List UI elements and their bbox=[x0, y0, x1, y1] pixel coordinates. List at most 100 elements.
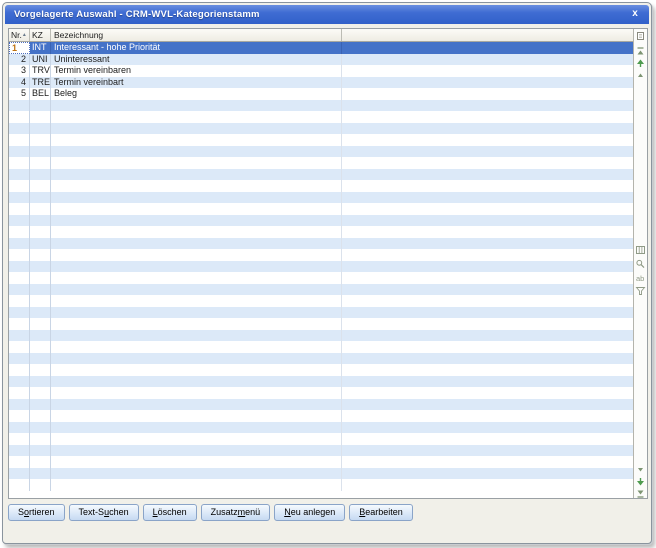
cell-empty[interactable] bbox=[342, 77, 633, 89]
table-row-empty[interactable] bbox=[9, 146, 633, 158]
cell-bezeichnung[interactable] bbox=[51, 215, 342, 227]
cell-nr[interactable] bbox=[9, 422, 30, 434]
cell-nr[interactable]: 1 bbox=[9, 42, 30, 54]
table-row-empty[interactable] bbox=[9, 364, 633, 376]
cell-nr[interactable] bbox=[9, 433, 30, 445]
cell-bezeichnung[interactable] bbox=[51, 399, 342, 411]
table-row-empty[interactable] bbox=[9, 249, 633, 261]
copy-grid-icon[interactable] bbox=[635, 31, 646, 41]
cell-bezeichnung[interactable] bbox=[51, 100, 342, 112]
table-row-empty[interactable] bbox=[9, 226, 633, 238]
cell-nr[interactable] bbox=[9, 123, 30, 135]
cell-bezeichnung[interactable] bbox=[51, 111, 342, 123]
cell-kz[interactable] bbox=[30, 123, 51, 135]
cell-bezeichnung[interactable] bbox=[51, 192, 342, 204]
loeschen-button[interactable]: Löschen bbox=[143, 504, 197, 521]
cell-nr[interactable] bbox=[9, 387, 30, 399]
cell-empty[interactable] bbox=[342, 215, 633, 227]
cell-bezeichnung[interactable] bbox=[51, 364, 342, 376]
cell-kz[interactable] bbox=[30, 445, 51, 457]
table-row-empty[interactable] bbox=[9, 399, 633, 411]
cell-empty[interactable] bbox=[342, 249, 633, 261]
cell-kz[interactable] bbox=[30, 410, 51, 422]
cell-nr[interactable]: 4 bbox=[9, 77, 30, 89]
search-icon[interactable] bbox=[635, 259, 646, 269]
cell-nr[interactable]: 5 bbox=[9, 88, 30, 100]
column-header-nr[interactable]: Nr.▲ bbox=[9, 29, 30, 41]
cell-kz[interactable] bbox=[30, 238, 51, 250]
cell-nr[interactable] bbox=[9, 318, 30, 330]
cell-bezeichnung[interactable] bbox=[51, 410, 342, 422]
column-header-empty[interactable] bbox=[342, 29, 633, 41]
cell-empty[interactable] bbox=[342, 192, 633, 204]
close-button[interactable]: x bbox=[628, 7, 642, 21]
cell-kz[interactable] bbox=[30, 399, 51, 411]
cell-empty[interactable] bbox=[342, 318, 633, 330]
table-row-empty[interactable] bbox=[9, 180, 633, 192]
cell-nr[interactable] bbox=[9, 479, 30, 491]
cell-nr[interactable] bbox=[9, 203, 30, 215]
cell-kz[interactable] bbox=[30, 387, 51, 399]
cell-nr[interactable] bbox=[9, 238, 30, 250]
table-row-empty[interactable] bbox=[9, 215, 633, 227]
table-row-empty[interactable] bbox=[9, 376, 633, 388]
card-view-icon[interactable] bbox=[635, 245, 646, 255]
scroll-to-top-icon[interactable] bbox=[635, 46, 646, 56]
column-header-bezeichnung[interactable]: Bezeichnung bbox=[51, 29, 342, 41]
cell-kz[interactable] bbox=[30, 100, 51, 112]
row-up-icon[interactable] bbox=[635, 70, 646, 80]
table-row-empty[interactable] bbox=[9, 479, 633, 491]
cell-nr[interactable] bbox=[9, 330, 30, 342]
cell-bezeichnung[interactable]: Beleg bbox=[51, 88, 342, 100]
cell-nr[interactable] bbox=[9, 249, 30, 261]
cell-bezeichnung[interactable] bbox=[51, 445, 342, 457]
cell-bezeichnung[interactable] bbox=[51, 433, 342, 445]
cell-nr[interactable] bbox=[9, 272, 30, 284]
table-row-empty[interactable] bbox=[9, 353, 633, 365]
cell-kz[interactable] bbox=[30, 479, 51, 491]
table-row-empty[interactable] bbox=[9, 111, 633, 123]
cell-bezeichnung[interactable] bbox=[51, 134, 342, 146]
title-bar[interactable]: Vorgelagerte Auswahl - CRM-WVL-Kategorie… bbox=[5, 5, 649, 24]
cell-empty[interactable] bbox=[342, 203, 633, 215]
cell-kz[interactable]: TRE bbox=[30, 77, 51, 89]
cell-kz[interactable] bbox=[30, 180, 51, 192]
cell-bezeichnung[interactable] bbox=[51, 422, 342, 434]
table-row-empty[interactable] bbox=[9, 330, 633, 342]
cell-empty[interactable] bbox=[342, 42, 633, 54]
table-row[interactable]: 5BELBeleg bbox=[9, 88, 633, 100]
cell-empty[interactable] bbox=[342, 100, 633, 112]
cell-nr[interactable] bbox=[9, 134, 30, 146]
cell-bezeichnung[interactable] bbox=[51, 203, 342, 215]
cell-nr[interactable] bbox=[9, 353, 30, 365]
table-row-empty[interactable] bbox=[9, 445, 633, 457]
cell-kz[interactable] bbox=[30, 157, 51, 169]
cell-bezeichnung[interactable] bbox=[51, 249, 342, 261]
row-down-icon[interactable] bbox=[635, 465, 646, 475]
cell-nr[interactable] bbox=[9, 157, 30, 169]
cell-nr[interactable] bbox=[9, 215, 30, 227]
table-row-empty[interactable] bbox=[9, 169, 633, 181]
cell-empty[interactable] bbox=[342, 387, 633, 399]
cell-nr[interactable] bbox=[9, 364, 30, 376]
cell-nr[interactable] bbox=[9, 307, 30, 319]
page-up-icon[interactable] bbox=[635, 58, 646, 68]
neu-anlegen-button[interactable]: Neu anlegen bbox=[274, 504, 345, 521]
table-row-empty[interactable] bbox=[9, 272, 633, 284]
cell-empty[interactable] bbox=[342, 376, 633, 388]
column-header-kz[interactable]: KZ bbox=[30, 29, 51, 41]
zusatzmenue-button[interactable]: Zusatzmenü bbox=[201, 504, 271, 521]
cell-nr[interactable] bbox=[9, 192, 30, 204]
table-row-empty[interactable] bbox=[9, 422, 633, 434]
table-row-empty[interactable] bbox=[9, 341, 633, 353]
cell-kz[interactable] bbox=[30, 318, 51, 330]
cell-empty[interactable] bbox=[342, 238, 633, 250]
cell-kz[interactable] bbox=[30, 364, 51, 376]
cell-kz[interactable]: UNI bbox=[30, 54, 51, 66]
cell-empty[interactable] bbox=[342, 226, 633, 238]
bearbeiten-button[interactable]: Bearbeiten bbox=[349, 504, 413, 521]
cell-nr[interactable] bbox=[9, 180, 30, 192]
cell-kz[interactable] bbox=[30, 295, 51, 307]
page-down-icon[interactable] bbox=[635, 477, 646, 487]
cell-kz[interactable] bbox=[30, 284, 51, 296]
